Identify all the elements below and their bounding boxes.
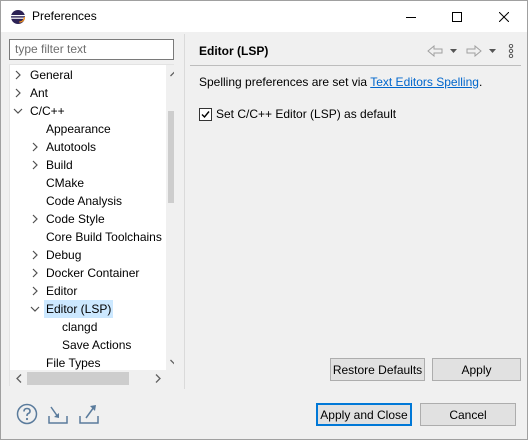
description-suffix: . bbox=[478, 75, 483, 89]
tree-item-label: Debug bbox=[46, 248, 82, 262]
tree-vertical-scrollbar[interactable] bbox=[166, 65, 174, 370]
forward-dropdown[interactable] bbox=[489, 41, 496, 61]
back-dropdown[interactable] bbox=[450, 41, 457, 61]
tree-item-label: Ant bbox=[30, 86, 49, 100]
dropdown-arrow-icon bbox=[450, 49, 457, 53]
vertical-scroll-thumb[interactable] bbox=[168, 111, 174, 203]
close-icon bbox=[499, 11, 509, 22]
tree-item-label: Appearance bbox=[46, 122, 111, 136]
minimize-button[interactable] bbox=[388, 1, 434, 32]
dropdown-arrow-icon bbox=[489, 49, 496, 53]
close-button[interactable] bbox=[481, 1, 527, 32]
tree-item-label: Docker Container bbox=[46, 266, 140, 280]
tree-item-label: Core Build Toolchains bbox=[46, 230, 162, 244]
spelling-description: Spelling preferences are set via Text Ed… bbox=[199, 75, 482, 89]
restore-defaults-button[interactable]: Restore Defaults bbox=[330, 358, 425, 381]
chevron-right-icon[interactable] bbox=[13, 88, 23, 98]
filter-input[interactable]: type filter text bbox=[9, 39, 174, 60]
eclipse-icon bbox=[11, 10, 26, 24]
tree-item[interactable]: Appearance bbox=[10, 120, 166, 138]
tree-item[interactable]: Ant bbox=[10, 84, 166, 102]
checkmark-icon bbox=[201, 110, 210, 118]
tree-item-label: Editor (LSP) bbox=[44, 300, 114, 318]
page-title: Editor (LSP) bbox=[199, 44, 269, 58]
tree-item-label: Code Analysis bbox=[46, 194, 123, 208]
checkbox-label: Set C/C++ Editor (LSP) as default bbox=[216, 107, 397, 121]
text-editors-spelling-link[interactable]: Text Editors Spelling bbox=[370, 75, 479, 89]
chevron-down-icon[interactable] bbox=[30, 304, 40, 314]
horizontal-scroll-thumb[interactable] bbox=[27, 372, 129, 385]
tree-item[interactable]: General bbox=[10, 66, 166, 84]
chevron-down-icon[interactable] bbox=[13, 106, 23, 116]
preferences-window: Preferences type filter text General Ant C… bbox=[0, 0, 528, 440]
set-default-editor-checkbox[interactable]: Set C/C++ Editor (LSP) as default bbox=[199, 107, 396, 121]
tree-item-label: Code Style bbox=[46, 212, 105, 226]
chevron-right-icon[interactable] bbox=[30, 214, 40, 224]
scrollbar-corner bbox=[166, 370, 174, 386]
tree-item[interactable]: Core Build Toolchains bbox=[10, 228, 166, 246]
tree-item-label: clangd bbox=[62, 320, 98, 334]
maximize-button[interactable] bbox=[434, 1, 480, 32]
back-button[interactable] bbox=[427, 41, 443, 61]
tree-item-label: C/C++ bbox=[30, 104, 65, 118]
apply-button[interactable]: Apply bbox=[432, 358, 521, 381]
more-vertical-icon bbox=[508, 44, 514, 58]
import-icon[interactable] bbox=[47, 403, 69, 425]
description-text: Spelling preferences are set via bbox=[199, 75, 371, 89]
tree-item-label: CMake bbox=[46, 176, 85, 190]
tree-item-label: Save Actions bbox=[62, 338, 132, 352]
scroll-up-arrow-icon[interactable] bbox=[166, 65, 174, 82]
pane-divider[interactable] bbox=[184, 34, 185, 389]
tree-item-label: General bbox=[30, 68, 73, 82]
chevron-right-icon[interactable] bbox=[13, 70, 23, 80]
tree-item-label: Build bbox=[46, 158, 73, 172]
apply-and-close-button[interactable]: Apply and Close bbox=[316, 403, 412, 426]
tree-item[interactable]: CMake bbox=[10, 174, 166, 192]
tree-item[interactable]: clangd bbox=[10, 318, 166, 336]
tree-item[interactable]: Editor bbox=[10, 282, 166, 300]
forward-arrow-icon bbox=[466, 45, 482, 57]
window-title: Preferences bbox=[32, 9, 97, 23]
maximize-icon bbox=[452, 11, 462, 22]
title-separator bbox=[190, 65, 521, 66]
tree-item[interactable]: Build bbox=[10, 156, 166, 174]
tree-item[interactable]: Save Actions bbox=[10, 336, 166, 354]
filter-placeholder: type filter text bbox=[15, 42, 87, 56]
minimize-icon bbox=[406, 16, 416, 18]
tree-item[interactable]: Autotools bbox=[10, 138, 166, 156]
chevron-right-icon[interactable] bbox=[30, 286, 40, 296]
tree-item[interactable]: Code Analysis bbox=[10, 192, 166, 210]
checkbox-box[interactable] bbox=[199, 107, 212, 121]
tree-item[interactable]: C/C++ bbox=[10, 102, 166, 120]
back-arrow-icon bbox=[427, 45, 443, 57]
help-icon[interactable] bbox=[16, 403, 38, 425]
tree-item[interactable]: Debug bbox=[10, 246, 166, 264]
title-bar[interactable]: Preferences bbox=[1, 1, 527, 32]
forward-button[interactable] bbox=[466, 41, 482, 61]
preferences-tree[interactable]: General Ant C/C++ Appearance Autotools Build C… bbox=[9, 64, 174, 386]
chevron-right-icon[interactable] bbox=[30, 268, 40, 278]
tree-item[interactable]: Code Style bbox=[10, 210, 166, 228]
chevron-right-icon[interactable] bbox=[30, 250, 40, 260]
tree-item[interactable]: Docker Container bbox=[10, 264, 166, 282]
chevron-right-icon[interactable] bbox=[30, 160, 40, 170]
scroll-left-arrow-icon[interactable] bbox=[10, 370, 27, 386]
scroll-right-arrow-icon[interactable] bbox=[149, 370, 166, 386]
tree-item[interactable]: Editor (LSP) bbox=[10, 300, 166, 318]
export-icon[interactable] bbox=[78, 403, 100, 425]
chevron-right-icon[interactable] bbox=[30, 142, 40, 152]
tree-item-label: Editor bbox=[46, 284, 78, 298]
scroll-down-arrow-icon[interactable] bbox=[166, 353, 174, 370]
view-menu-button[interactable] bbox=[508, 41, 514, 61]
cancel-button[interactable]: Cancel bbox=[420, 403, 516, 426]
tree-horizontal-scrollbar[interactable] bbox=[10, 370, 166, 386]
tree-item-label: Autotools bbox=[46, 140, 97, 154]
